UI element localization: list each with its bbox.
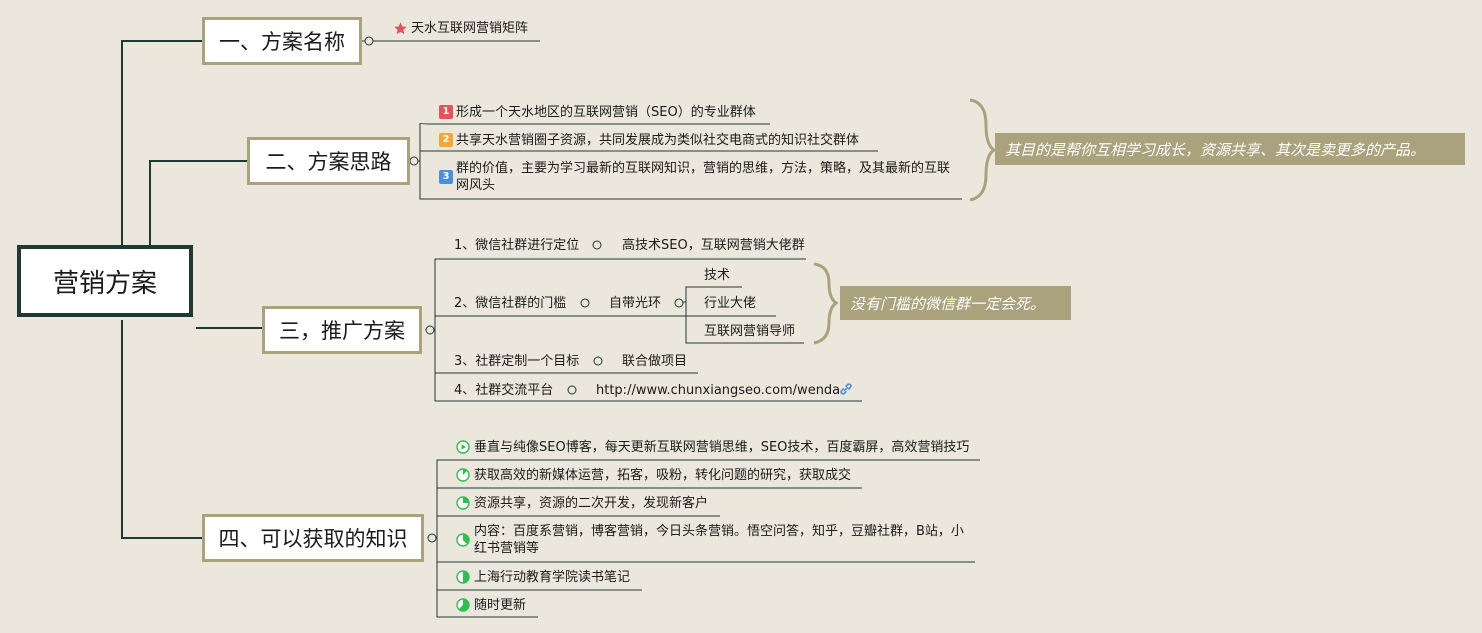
summary-brace-promo: [813, 262, 839, 345]
priority-2-icon: 2: [439, 133, 453, 147]
summary-promo-text: 没有门槛的微信群一定会死。: [850, 294, 1046, 313]
collapse-toggle-promo-3: [593, 356, 603, 366]
leaf-promo-2-child[interactable]: 自带光环: [609, 295, 661, 312]
branch-name-label: 一、方案名称: [219, 30, 345, 54]
branch-name[interactable]: 一、方案名称: [202, 17, 362, 65]
connector-root-knowledge: [121, 320, 202, 539]
leaf-name-1[interactable]: 天水互联网营销矩阵: [411, 20, 528, 37]
leaf-promo-1-child[interactable]: 高技术SEO，互联网营销大佬群: [622, 237, 805, 254]
leaf-promo-2[interactable]: 2、微信社群的门槛: [454, 295, 566, 312]
leaf-promo-4-link[interactable]: http://www.chunxiangseo.com/wenda: [596, 382, 840, 399]
collapse-toggle-promo-4: [567, 385, 577, 395]
leaf-idea-2[interactable]: 共享天水营销圈子资源，共同发展成为类似社交电商式的知识社交群体: [456, 132, 859, 149]
branch-promo[interactable]: 三，推广方案: [262, 306, 422, 354]
branch-idea-label: 二、方案思路: [265, 150, 392, 174]
progress-pie-icon: [456, 598, 470, 612]
leaf-promo-2-gc-3[interactable]: 互联网营销导师: [704, 323, 795, 340]
leaf-knowledge-3[interactable]: 资源共享，资源的二次开发，发现新客户: [474, 495, 708, 512]
progress-pie-icon: [456, 570, 470, 584]
collapse-toggle-knowledge: [427, 533, 437, 543]
branch-knowledge[interactable]: 四、可以获取的知识: [202, 514, 424, 562]
leaf-knowledge-4-line2: 红书营销等: [474, 541, 540, 556]
branch-promo-label: 三，推广方案: [279, 319, 405, 343]
leaf-promo-3-child[interactable]: 联合做项目: [622, 353, 687, 370]
collapse-toggle-idea: [409, 156, 419, 166]
progress-pie-fill: [463, 497, 469, 503]
leaf-knowledge-1[interactable]: 垂直与纯像SEO博客，每天更新互联网营销思维，SEO技术，百度霸屏，高效营销技巧: [474, 439, 969, 456]
summary-brace-idea: [969, 98, 997, 202]
collapse-toggle-halo: [674, 298, 684, 308]
leaf-idea-3-line1: 群的价值，主要为学习最新的互联网知识，营销的思维，方法，策略，及其最新的互联: [456, 161, 951, 176]
summary-idea-text: 其目的是帮你互相学习成长，资源共享、其次是卖更多的产品。: [1005, 140, 1426, 159]
collapse-toggle-promo-2: [580, 298, 590, 308]
leaf-promo-2-gc-2[interactable]: 行业大佬: [704, 295, 756, 312]
star-icon: [394, 22, 407, 35]
leaf-idea-3[interactable]: 群的价值，主要为学习最新的互联网知识，营销的思维，方法，策略，及其最新的互联 网…: [456, 160, 950, 194]
leaf-promo-4[interactable]: 4、社群交流平台: [454, 382, 553, 399]
connector-root-idea: [149, 160, 247, 245]
summary-idea[interactable]: 其目的是帮你互相学习成长，资源共享、其次是卖更多的产品。: [995, 133, 1465, 165]
play-icon: [456, 440, 470, 454]
branch-idea[interactable]: 二、方案思路: [247, 137, 410, 185]
root-topic[interactable]: 营销方案: [17, 245, 193, 317]
link-icon[interactable]: [838, 381, 854, 397]
progress-pie-icon: [456, 533, 470, 547]
leaf-knowledge-6[interactable]: 随时更新: [474, 597, 526, 614]
leaf-promo-1[interactable]: 1、微信社群进行定位: [454, 237, 579, 254]
priority-3-icon: 3: [439, 170, 453, 184]
root-topic-label: 营销方案: [52, 268, 157, 299]
leaf-knowledge-4-line1: 内容：百度系营销，博客营销，今日头条营销。悟空问答，知乎，豆瓣社群，B站，小: [474, 524, 964, 539]
leaf-promo-2-gc-1[interactable]: 技术: [704, 267, 730, 284]
progress-pie-icon: [456, 496, 470, 510]
leaf-knowledge-4[interactable]: 内容：百度系营销，博客营销，今日头条营销。悟空问答，知乎，豆瓣社群，B站，小 红…: [474, 523, 964, 557]
priority-1-icon: 1: [439, 105, 453, 119]
progress-pie-icon: [456, 468, 470, 482]
connector-root-name: [121, 40, 202, 245]
leaf-idea-1[interactable]: 形成一个天水地区的互联网营销（SEO）的专业群体: [456, 104, 756, 121]
summary-promo[interactable]: 没有门槛的微信群一定会死。: [840, 286, 1071, 320]
leaf-idea-3-line2: 网风头: [456, 178, 496, 193]
collapse-toggle-promo-1: [592, 240, 602, 250]
collapse-toggle-name: [364, 36, 374, 46]
leaf-promo-3[interactable]: 3、社群定制一个目标: [454, 353, 579, 370]
leaf-knowledge-2[interactable]: 获取高效的新媒体运营，拓客，吸粉，转化问题的研究，获取成交: [474, 467, 851, 484]
leaf-knowledge-5[interactable]: 上海行动教育学院读书笔记: [474, 569, 630, 586]
collapse-toggle-promo: [425, 325, 435, 335]
branch-knowledge-label: 四、可以获取的知识: [218, 527, 408, 551]
